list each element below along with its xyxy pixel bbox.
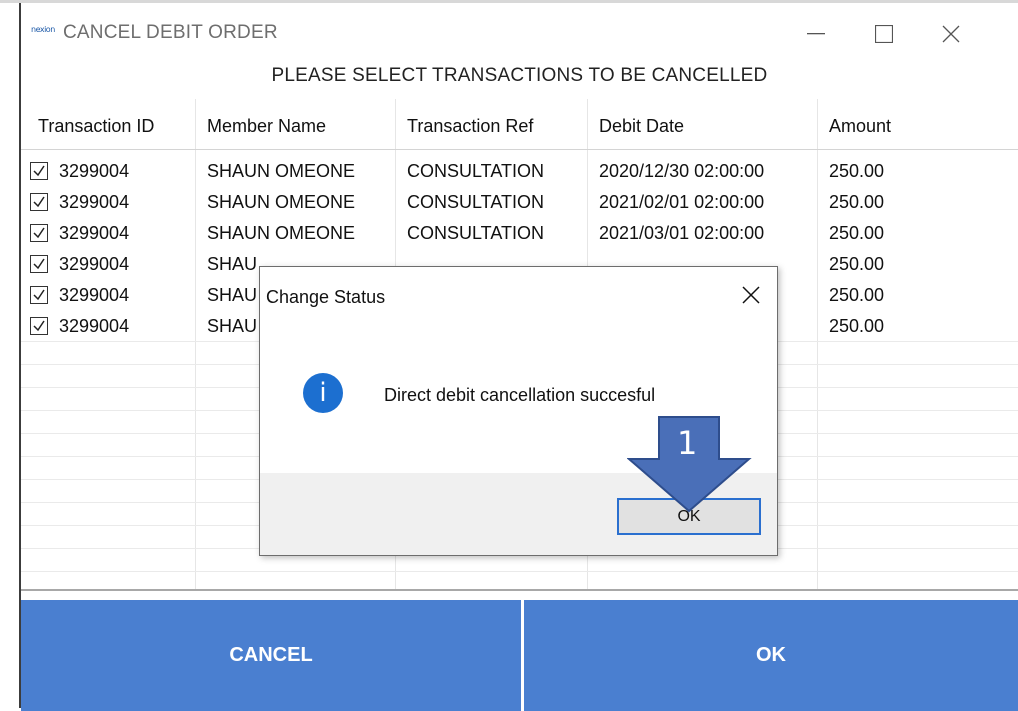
dialog-message: Direct debit cancellation succesful <box>384 385 656 405</box>
row-amount: 250.00 <box>829 192 885 212</box>
row-transaction-id: 3299004 <box>59 192 130 212</box>
dialog-close-button[interactable] <box>729 275 773 315</box>
row-transaction-id: 3299004 <box>59 161 130 181</box>
info-icon: i <box>303 373 343 413</box>
row-amount: 250.00 <box>829 161 885 181</box>
row-checkbox[interactable] <box>30 255 48 273</box>
close-button[interactable] <box>926 11 976 57</box>
row-transaction-id: 3299004 <box>59 316 130 336</box>
row-checkbox[interactable] <box>30 162 48 180</box>
table-row[interactable]: 3299004 SHAUN OMEONE CONSULTATION 2021/03/0… <box>21 217 1018 248</box>
row-checkbox[interactable] <box>30 224 48 242</box>
close-icon <box>742 286 760 304</box>
table-row[interactable]: 3299004 SHAUN OMEONE CONSULTATION 2021/02/0… <box>21 186 1018 217</box>
table-row[interactable]: 3299004 SHAUN OMEONE CONSULTATION 2020/12/3… <box>21 155 1018 186</box>
maximize-icon <box>875 25 893 43</box>
row-member-name: SHAU <box>207 285 258 305</box>
column-header-member-name[interactable]: Member Name <box>207 116 326 137</box>
row-amount: 250.00 <box>829 285 885 305</box>
row-transaction-ref: CONSULTATION <box>407 192 545 212</box>
column-header-amount[interactable]: Amount <box>829 116 891 137</box>
row-checkbox[interactable] <box>30 317 48 335</box>
row-debit-date: 2021/03/01 02:00:00 <box>599 223 765 243</box>
ok-button[interactable]: OK <box>524 600 1018 711</box>
row-debit-date: 2020/12/30 02:00:00 <box>599 161 765 181</box>
row-amount: 250.00 <box>829 316 885 336</box>
row-member-name: SHAUN OMEONE <box>207 223 356 243</box>
window-title: CANCEL DEBIT ORDER <box>63 22 278 43</box>
cancel-button[interactable]: CANCEL <box>21 600 521 711</box>
row-member-name: SHAU <box>207 316 258 336</box>
row-member-name: SHAU <box>207 254 258 274</box>
dialog-title: Change Status <box>266 287 386 307</box>
checkmark-icon <box>33 165 45 177</box>
row-checkbox[interactable] <box>30 286 48 304</box>
column-header-transaction-ref[interactable]: Transaction Ref <box>407 116 533 137</box>
row-transaction-id: 3299004 <box>59 254 130 274</box>
row-transaction-id: 3299004 <box>59 285 130 305</box>
row-amount: 250.00 <box>829 254 885 274</box>
table-bottom-border <box>21 589 1018 591</box>
minimize-button[interactable] <box>791 11 841 57</box>
row-debit-date: 2021/02/01 02:00:00 <box>599 192 765 212</box>
maximize-button[interactable] <box>859 11 909 57</box>
title-bar: nexion CANCEL DEBIT ORDER <box>21 3 1018 61</box>
row-transaction-ref: CONSULTATION <box>407 161 545 181</box>
checkmark-icon <box>33 320 45 332</box>
column-header-transaction-id[interactable]: Transaction ID <box>38 116 154 137</box>
row-checkbox[interactable] <box>30 193 48 211</box>
close-icon <box>942 25 960 43</box>
header-divider <box>21 149 1018 150</box>
minimize-icon <box>807 33 825 35</box>
checkmark-icon <box>33 227 45 239</box>
checkmark-icon <box>33 258 45 270</box>
row-member-name: SHAUN OMEONE <box>207 161 356 181</box>
row-divider <box>21 571 1018 572</box>
checkmark-icon <box>33 289 45 301</box>
column-header-debit-date[interactable]: Debit Date <box>599 116 684 137</box>
row-amount: 250.00 <box>829 223 885 243</box>
instruction-header: PLEASE SELECT TRANSACTIONS TO BE CANCELL… <box>271 65 768 86</box>
annotation-step-number: 1 <box>677 424 698 462</box>
checkmark-icon <box>33 196 45 208</box>
row-member-name: SHAUN OMEONE <box>207 192 356 212</box>
row-transaction-id: 3299004 <box>59 223 130 243</box>
row-transaction-ref: CONSULTATION <box>407 223 545 243</box>
app-logo-icon: nexion <box>31 25 55 34</box>
